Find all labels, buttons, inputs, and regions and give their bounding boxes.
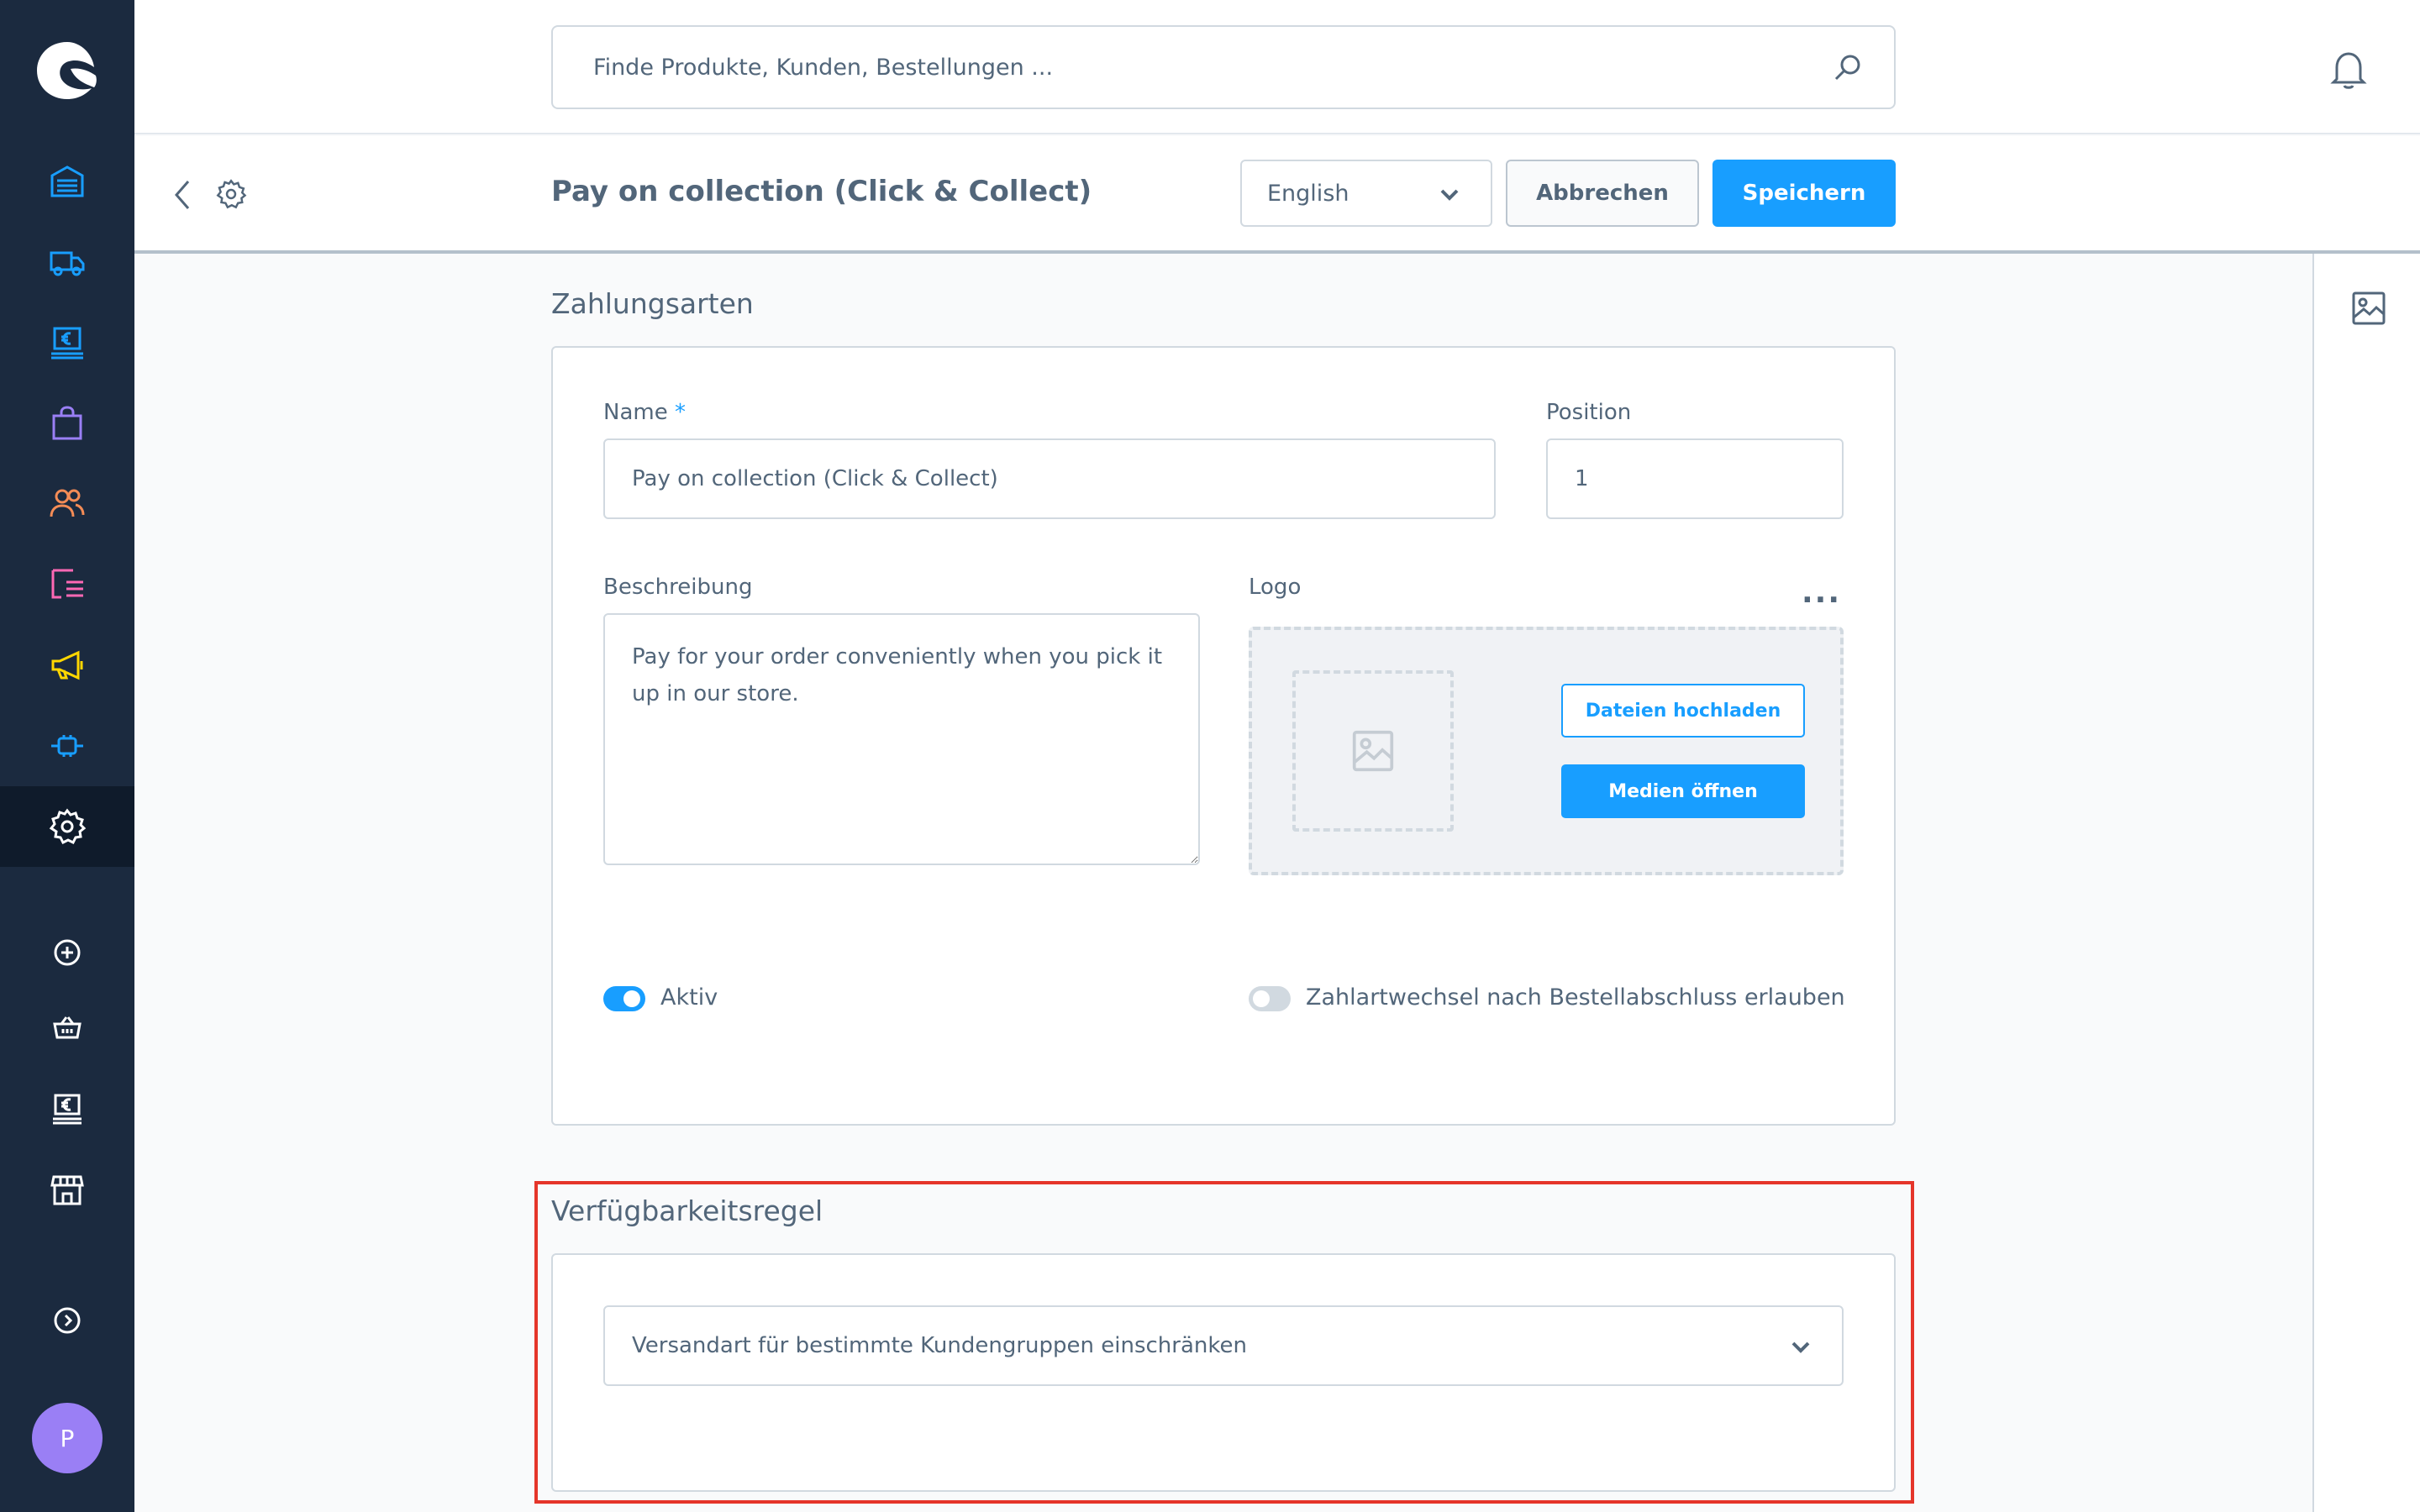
sidebar-item-add-sales-channel[interactable] (0, 912, 134, 993)
euro-monitor-icon (53, 1094, 82, 1125)
chevron-down-icon (1791, 1341, 1810, 1353)
sidebar-item-settings[interactable] (0, 786, 134, 867)
language-select-value: English (1267, 180, 1349, 207)
users-icon (50, 489, 85, 517)
sidebar-collapse-button[interactable] (0, 1280, 134, 1361)
name-field[interactable] (603, 438, 1496, 519)
logo-preview (1292, 670, 1454, 832)
toggle-knob (623, 990, 640, 1007)
logo-context-menu[interactable]: ... (1802, 578, 1841, 608)
payment-card: Name * Position Beschreibung Pay for you… (551, 346, 1896, 1126)
avatar[interactable]: P (32, 1403, 103, 1473)
open-media-button[interactable]: Medien öffnen (1561, 764, 1805, 818)
upload-files-button[interactable]: Dateien hochladen (1561, 684, 1805, 738)
active-label: Aktiv (660, 984, 718, 1011)
chevron-left-icon[interactable] (168, 176, 197, 213)
sidebar-item-marketing[interactable] (0, 625, 134, 706)
sidebar-item-dashboard[interactable] (0, 141, 134, 222)
sidebar-item-extensions[interactable] (0, 706, 134, 786)
logo-label: Logo (1249, 575, 1302, 600)
truck-icon (50, 251, 85, 276)
toggle-knob (1253, 990, 1270, 1007)
description-label: Beschreibung (603, 575, 753, 600)
sidebar-item-catalog[interactable] (0, 383, 134, 464)
search-input[interactable] (593, 27, 1803, 108)
gear-icon (49, 808, 87, 845)
section-title-payment: Zahlungsarten (551, 287, 754, 320)
allow-payment-change-toggle[interactable] (1249, 986, 1291, 1011)
shopware-logo[interactable] (34, 39, 101, 102)
sidebar-item-storefront[interactable] (0, 988, 134, 1068)
sidebar-item-content[interactable] (0, 544, 134, 625)
language-select[interactable]: English (1240, 160, 1492, 227)
active-toggle[interactable] (603, 986, 645, 1011)
description-textarea[interactable]: Pay for your order conveniently when you… (603, 613, 1200, 865)
euro-monitor-icon (51, 327, 83, 360)
top-header (134, 0, 2420, 134)
logo-upload-dropzone[interactable]: Dateien hochladen Medien öffnen (1249, 627, 1844, 875)
availability-card: Versandart für bestimmte Kundengruppen e… (551, 1253, 1896, 1492)
right-sidebar (2312, 254, 2420, 1512)
smart-bar: Pay on collection (Click & Collect) Engl… (134, 136, 2420, 254)
section-title-availability: Verfügbarkeitsregel (551, 1194, 823, 1227)
availability-rule-value: Versandart für bestimmte Kundengruppen e… (632, 1333, 1247, 1358)
save-button[interactable]: Speichern (1712, 160, 1896, 227)
image-placeholder-icon (1352, 730, 1394, 772)
image-icon[interactable] (2351, 291, 2386, 326)
gear-icon[interactable] (215, 178, 247, 210)
chevron-down-icon (1440, 189, 1459, 201)
megaphone-icon (51, 650, 83, 680)
admin-sidebar: P (0, 0, 134, 1512)
position-label: Position (1546, 400, 1632, 425)
position-field[interactable] (1546, 438, 1844, 519)
sidebar-item-orders[interactable] (0, 302, 134, 383)
plug-icon (51, 735, 83, 757)
global-search[interactable] (551, 25, 1896, 109)
search-icon[interactable] (1832, 52, 1864, 84)
bell-icon[interactable] (2329, 49, 2368, 91)
availability-rule-select[interactable]: Versandart für bestimmte Kundengruppen e… (603, 1305, 1844, 1386)
shop-icon (50, 1175, 84, 1205)
basket-icon (53, 1016, 82, 1039)
plus-circle-icon (54, 939, 81, 966)
chevron-right-circle-icon (54, 1307, 81, 1334)
list-icon (51, 569, 83, 599)
sidebar-item-store[interactable] (0, 1149, 134, 1230)
allow-payment-change-label: Zahlartwechsel nach Bestellabschluss erl… (1306, 984, 1845, 1011)
page-title: Pay on collection (Click & Collect) (551, 175, 1092, 208)
sidebar-item-customers[interactable] (0, 464, 134, 544)
dashboard-icon (50, 165, 84, 197)
cancel-button[interactable]: Abbrechen (1506, 160, 1699, 227)
shopping-bag-icon (52, 406, 82, 440)
sidebar-item-pos[interactable] (0, 1068, 134, 1149)
name-label: Name * (603, 400, 686, 425)
sidebar-item-shipping[interactable] (0, 222, 134, 302)
